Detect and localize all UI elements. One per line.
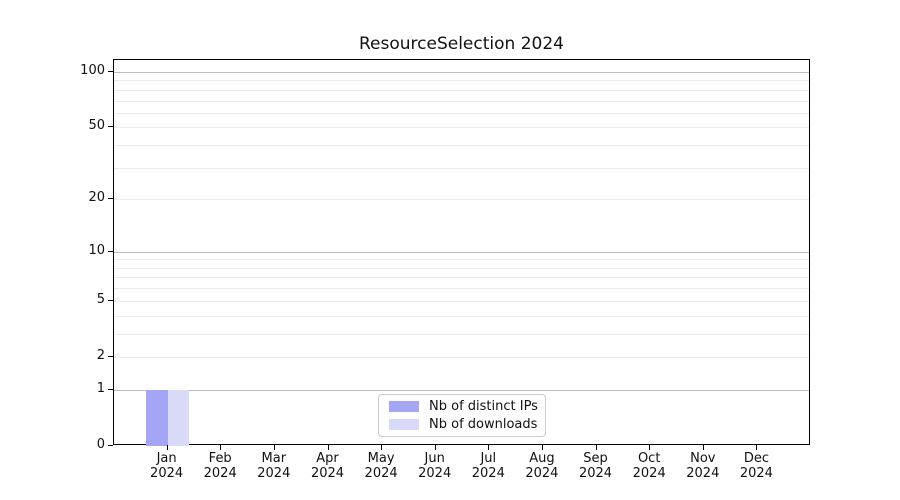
x-tick-mark bbox=[756, 445, 757, 450]
y-tick-label: 2 bbox=[45, 348, 105, 363]
bar-nb-of-distinct-ips bbox=[146, 390, 168, 446]
chart-title: ResourceSelection 2024 bbox=[113, 34, 810, 54]
gridline-minor bbox=[114, 357, 809, 358]
plot-area: Nb of distinct IPs Nb of downloads bbox=[113, 59, 810, 445]
gridline-major bbox=[114, 390, 809, 391]
y-tick-label: 0 bbox=[45, 437, 105, 452]
figure: ResourceSelection 2024 Nb of distinct IP… bbox=[0, 0, 900, 500]
y-tick-mark bbox=[108, 251, 113, 252]
gridline-minor bbox=[114, 288, 809, 289]
y-tick-mark bbox=[108, 445, 113, 446]
gridline-minor bbox=[114, 80, 809, 81]
gridline-minor bbox=[114, 268, 809, 269]
y-tick-label: 100 bbox=[45, 63, 105, 78]
x-tick-mark bbox=[435, 445, 436, 450]
gridline-major bbox=[114, 252, 809, 253]
y-tick-mark bbox=[108, 198, 113, 199]
x-tick-label: Dec2024 bbox=[724, 451, 788, 481]
legend-label-downloads: Nb of downloads bbox=[429, 417, 537, 432]
x-tick-mark bbox=[488, 445, 489, 450]
x-tick-label-month: Dec bbox=[724, 451, 788, 466]
y-tick-label: 50 bbox=[45, 118, 105, 133]
bar-nb-of-downloads bbox=[168, 390, 190, 446]
gridline-minor bbox=[114, 127, 809, 128]
legend-swatch-downloads bbox=[389, 419, 419, 430]
gridline-minor bbox=[114, 301, 809, 302]
y-tick-label: 20 bbox=[45, 190, 105, 205]
legend: Nb of distinct IPs Nb of downloads bbox=[378, 394, 546, 437]
x-tick-mark bbox=[220, 445, 221, 450]
gridline-minor bbox=[114, 259, 809, 260]
y-tick-mark bbox=[108, 71, 113, 72]
legend-item-downloads: Nb of downloads bbox=[385, 416, 539, 434]
x-tick-label-year: 2024 bbox=[724, 466, 788, 481]
x-tick-mark bbox=[274, 445, 275, 450]
gridline-minor bbox=[114, 90, 809, 91]
gridline-minor bbox=[114, 113, 809, 114]
x-tick-mark bbox=[167, 445, 168, 450]
gridline-minor bbox=[114, 316, 809, 317]
gridline-minor bbox=[114, 199, 809, 200]
y-tick-mark bbox=[108, 300, 113, 301]
x-tick-mark bbox=[649, 445, 650, 450]
gridline-minor bbox=[114, 334, 809, 335]
gridline-minor bbox=[114, 168, 809, 169]
y-tick-label: 1 bbox=[45, 381, 105, 396]
legend-label-distinct-ips: Nb of distinct IPs bbox=[429, 399, 538, 414]
y-tick-mark bbox=[108, 126, 113, 127]
gridline-minor bbox=[114, 145, 809, 146]
x-tick-mark bbox=[328, 445, 329, 450]
gridline-minor bbox=[114, 277, 809, 278]
gridline-minor bbox=[114, 101, 809, 102]
x-tick-mark bbox=[703, 445, 704, 450]
x-tick-mark bbox=[381, 445, 382, 450]
legend-swatch-distinct-ips bbox=[389, 401, 419, 412]
x-tick-mark bbox=[542, 445, 543, 450]
gridline-major bbox=[114, 72, 809, 73]
y-tick-label: 5 bbox=[45, 292, 105, 307]
x-tick-mark bbox=[596, 445, 597, 450]
y-tick-label: 10 bbox=[45, 243, 105, 258]
y-tick-mark bbox=[108, 389, 113, 390]
legend-item-distinct-ips: Nb of distinct IPs bbox=[385, 398, 539, 416]
y-tick-mark bbox=[108, 356, 113, 357]
